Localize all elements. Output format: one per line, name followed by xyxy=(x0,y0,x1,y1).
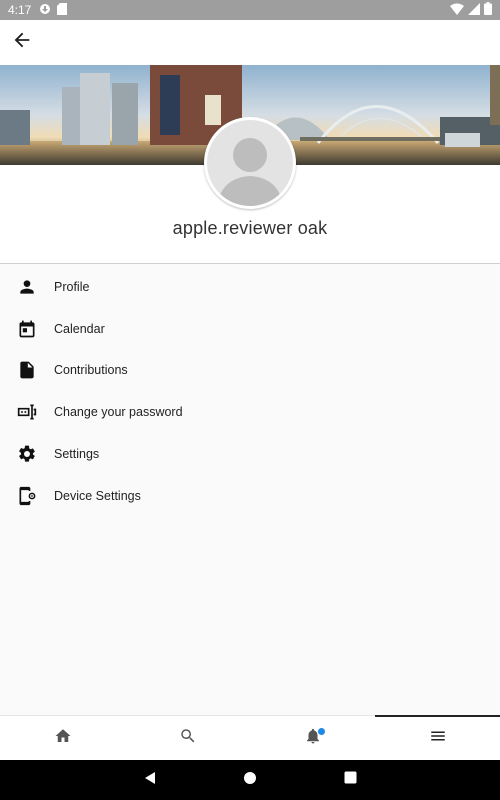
menu-item-label: Change your password xyxy=(54,405,183,420)
nav-menu-button[interactable] xyxy=(375,715,500,760)
menu-item-contributions[interactable]: Contributions xyxy=(0,350,500,392)
device-settings-icon xyxy=(0,485,54,507)
system-home-button[interactable] xyxy=(235,765,265,795)
menu-item-device-settings[interactable]: Device Settings xyxy=(0,475,500,517)
menu-item-settings[interactable]: Settings xyxy=(0,433,500,475)
menu-item-label: Contributions xyxy=(54,363,128,378)
status-bar: 4:17 xyxy=(0,0,500,20)
cell-signal-icon xyxy=(468,2,480,18)
person-icon xyxy=(0,277,54,297)
account-menu: Profile Calendar Contributions Change yo… xyxy=(0,266,500,517)
nav-home-button[interactable] xyxy=(0,716,125,760)
notification-badge xyxy=(317,728,325,735)
nav-notifications-button[interactable] xyxy=(250,716,375,760)
data-saver-icon xyxy=(39,3,51,18)
menu-item-label: Device Settings xyxy=(54,488,141,503)
password-icon xyxy=(0,402,54,422)
arrow-back-icon xyxy=(11,29,33,56)
avatar[interactable] xyxy=(204,117,296,209)
calendar-icon xyxy=(0,319,54,339)
home-circle-icon xyxy=(243,771,257,790)
menu-icon xyxy=(429,727,447,750)
gear-icon xyxy=(0,444,54,464)
menu-item-label: Settings xyxy=(54,447,100,462)
document-icon xyxy=(0,360,54,380)
back-triangle-icon xyxy=(143,771,157,790)
home-icon xyxy=(54,727,72,750)
username-label: apple.reviewer oak xyxy=(172,218,328,238)
menu-item-profile[interactable]: Profile xyxy=(0,266,500,308)
system-back-button[interactable] xyxy=(135,765,165,795)
system-navigation-bar xyxy=(0,760,500,800)
wifi-icon xyxy=(450,3,464,18)
bottom-navigation xyxy=(0,715,500,760)
sd-card-icon xyxy=(57,2,68,18)
menu-item-calendar[interactable]: Calendar xyxy=(0,308,500,350)
status-time: 4:17 xyxy=(8,3,32,17)
app-bar xyxy=(0,20,500,65)
recents-square-icon xyxy=(344,771,357,789)
menu-item-label: Profile xyxy=(54,279,90,294)
battery-icon xyxy=(484,2,492,18)
search-icon xyxy=(179,727,197,750)
system-recents-button[interactable] xyxy=(335,765,365,795)
menu-item-label: Calendar xyxy=(54,321,105,336)
nav-search-button[interactable] xyxy=(125,716,250,760)
menu-item-change-password[interactable]: Change your password xyxy=(0,391,500,433)
default-avatar-icon xyxy=(207,120,293,206)
back-button[interactable] xyxy=(0,21,44,65)
